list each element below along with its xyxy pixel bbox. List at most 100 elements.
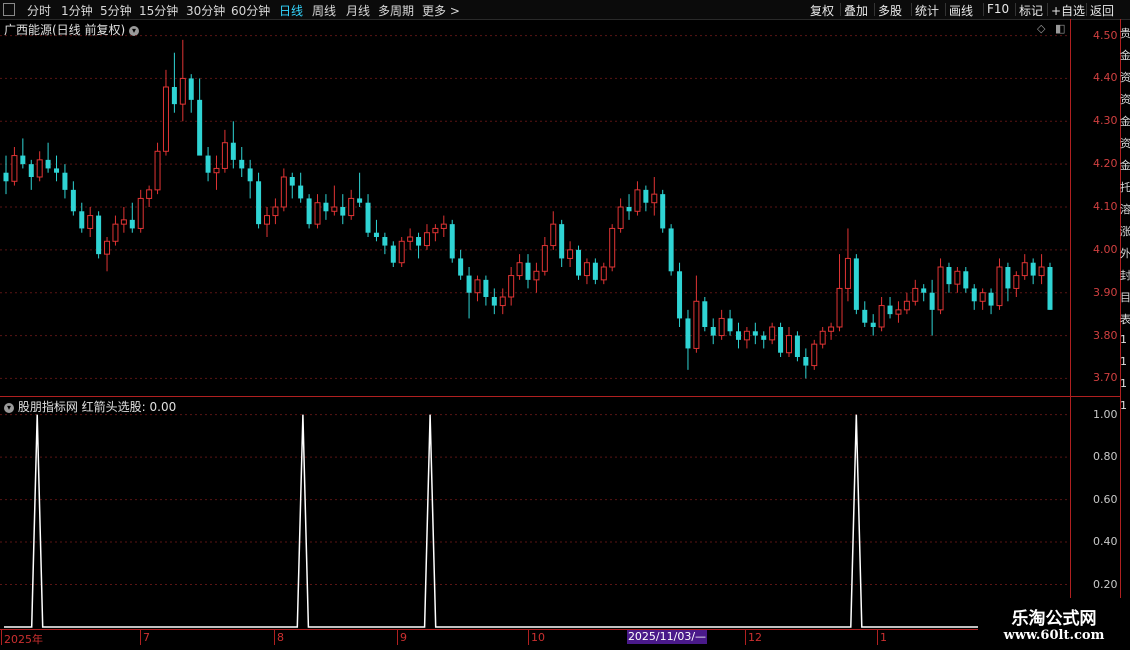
candle <box>221 129 228 173</box>
toolbar-separator <box>983 3 984 16</box>
tool-button[interactable]: 复权 <box>810 2 834 19</box>
candle <box>626 194 632 220</box>
indicator-tick-label: 0.20 <box>1093 577 1118 591</box>
right-strip-char: 资 <box>1120 137 1130 150</box>
candle <box>516 254 523 280</box>
candlestick-chart[interactable] <box>0 19 1070 395</box>
toolbar-separator <box>1086 3 1087 16</box>
candle <box>205 147 211 182</box>
price-tick-label: 4.00 <box>1093 242 1118 256</box>
candle <box>137 189 144 233</box>
date-tick <box>745 630 746 645</box>
period-tab[interactable]: 5分钟 <box>100 2 132 19</box>
tool-button[interactable]: 统计 <box>915 2 939 19</box>
period-tab[interactable]: 15分钟 <box>139 2 178 19</box>
right-strip-char: 外 <box>1120 247 1130 260</box>
candle <box>576 245 582 280</box>
pin-icon[interactable] <box>3 3 15 16</box>
price-tick-label: 3.90 <box>1093 285 1118 299</box>
candle <box>348 189 355 220</box>
candle <box>836 254 843 332</box>
period-tab[interactable]: 更多 > <box>422 2 460 19</box>
date-tick <box>528 630 529 645</box>
date-tick <box>140 630 141 645</box>
period-tab[interactable]: 60分钟 <box>231 2 270 19</box>
date-tick <box>397 630 398 645</box>
candle <box>449 219 455 263</box>
candle <box>727 309 733 336</box>
candle <box>819 327 826 349</box>
candle <box>272 198 279 225</box>
tool-button[interactable]: 多股 <box>878 2 902 19</box>
candle <box>70 181 76 216</box>
candle <box>483 275 489 306</box>
right-strip-char: 1 <box>1120 377 1127 390</box>
tool-button[interactable]: +自选 <box>1051 2 1085 19</box>
candle <box>96 211 102 259</box>
indicator-tick-label: 0.60 <box>1093 492 1118 506</box>
candle <box>634 181 641 216</box>
candle <box>811 339 818 370</box>
date-tick-label: 12 <box>748 631 762 644</box>
candle <box>718 309 725 340</box>
candle <box>323 194 329 220</box>
candle <box>685 309 691 370</box>
candle <box>171 52 177 113</box>
candle <box>508 267 515 306</box>
period-tab[interactable]: 月线 <box>346 2 370 19</box>
date-tick-label: 7 <box>143 631 150 644</box>
watermark: 乐淘公式网 www.60lt.com <box>978 598 1130 650</box>
candle <box>643 185 649 212</box>
candle <box>154 142 161 195</box>
right-strip-char: 金 <box>1120 115 1130 128</box>
date-tick <box>274 630 275 645</box>
candle <box>743 327 750 349</box>
period-tab[interactable]: 周线 <box>312 2 336 19</box>
tool-button[interactable]: F10 <box>987 2 1009 16</box>
candle <box>912 279 919 306</box>
candle <box>592 258 598 285</box>
period-tab[interactable]: 日线 <box>279 2 303 19</box>
candle <box>963 267 969 293</box>
candle <box>1021 254 1028 280</box>
candle <box>1038 254 1045 285</box>
candle <box>609 224 616 272</box>
indicator-chart[interactable] <box>0 396 1070 628</box>
price-tick-label: 4.50 <box>1093 28 1118 42</box>
candle <box>162 69 169 156</box>
price-tick-label: 4.40 <box>1093 71 1118 85</box>
toolbar-separator <box>945 3 946 16</box>
period-tab[interactable]: 多周期 <box>378 2 414 19</box>
candle <box>702 297 708 332</box>
right-strip-char: 1 <box>1120 333 1127 346</box>
right-strip-char: 涨 <box>1120 225 1130 238</box>
right-strip-char: 贵 <box>1120 27 1130 40</box>
candle <box>946 262 952 293</box>
candle <box>62 164 68 199</box>
candle <box>45 142 51 173</box>
right-strip-char: 金 <box>1120 49 1130 62</box>
candle <box>828 322 835 340</box>
indicator-tick-label: 1.00 <box>1093 407 1118 421</box>
period-tab[interactable]: 30分钟 <box>186 2 225 19</box>
candle <box>340 194 346 225</box>
tool-button[interactable]: 标记 <box>1019 2 1043 19</box>
period-tab[interactable]: 1分钟 <box>61 2 93 19</box>
candle <box>20 138 26 169</box>
period-tab[interactable]: 分时 <box>27 2 51 19</box>
right-strip-char: 资 <box>1120 93 1130 106</box>
tool-button[interactable]: 返回 <box>1090 2 1114 19</box>
right-strip-char: 封 <box>1120 269 1130 282</box>
candle <box>929 279 935 336</box>
candle <box>36 151 43 182</box>
right-strip-char: 托 <box>1120 181 1130 194</box>
candle <box>559 219 565 267</box>
candle <box>280 168 287 212</box>
candle <box>550 211 557 250</box>
candle <box>120 207 127 233</box>
candle <box>416 232 422 259</box>
tool-button[interactable]: 画线 <box>949 2 973 19</box>
candle <box>668 224 674 276</box>
tool-button[interactable]: 叠加 <box>844 2 868 19</box>
candle <box>878 297 885 332</box>
